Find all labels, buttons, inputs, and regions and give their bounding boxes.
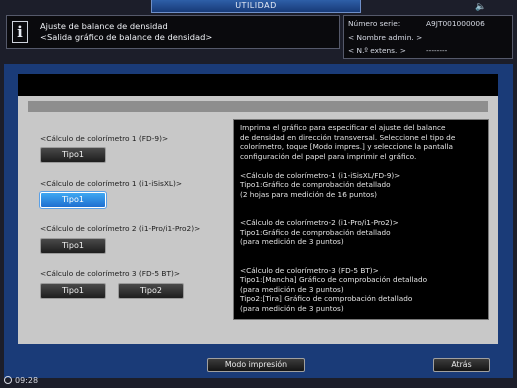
print-mode-button[interactable]: Modo impresión (207, 358, 305, 372)
clock-icon (4, 376, 12, 384)
isisxl-tipo1-button[interactable]: Tipo1 (39, 191, 107, 209)
ext-value: -------- (426, 46, 448, 55)
mode-tab-utilidad: UTILIDAD (151, 0, 361, 13)
top-strip (18, 74, 498, 96)
desc-block3-line: (para medición de 3 puntos) (240, 303, 344, 313)
fd9-tipo1-button[interactable]: Tipo1 (40, 147, 106, 163)
desc-block2-line: (para medición de 3 puntos) (240, 237, 344, 246)
info-icon: i (12, 21, 28, 43)
serial-label: Número serie: (348, 19, 401, 28)
desc-block2-line: Tipo1:Gráfico de comprobación detallado (240, 227, 391, 237)
desc-intro-line: Imprima el gráfico para especificar el a… (240, 123, 446, 132)
section-label-fd9: <Cálculo de colorímetro 1 (FD-9)> (40, 134, 169, 143)
content-area: <Cálculo de colorímetro 1 (FD-9)> Tipo1 … (18, 74, 498, 344)
desc-block3-line: Tipo2:[Tira] Gráfico de comprobación det… (240, 294, 413, 303)
desc-block1-line: Tipo1:Gráfico de comprobación detallado (240, 180, 391, 189)
separator-bar (28, 101, 488, 112)
clock: 09:28 (4, 376, 38, 385)
desc-block3-line: <Cálculo de colorímetro-3 (FD-5 BT)> (240, 265, 379, 275)
speaker-icon[interactable]: 🔈 (475, 2, 489, 12)
section-label-isisxl: <Cálculo de colorímetro 1 (i1-iSisXL)> (40, 179, 183, 188)
desc-block3-line: Tipo1:[Mancha] Gráfico de comprobación d… (240, 275, 428, 284)
admin-name: < Nombre admin. > (348, 33, 423, 42)
desc-intro-line: de densidad en dirección transversal. Se… (240, 132, 456, 142)
fd5bt-tipo2-button[interactable]: Tipo2 (118, 283, 184, 299)
page-title: Ajuste de balance de densidad (40, 21, 168, 31)
page-subtitle: <Salida gráfico de balance de densidad> (40, 32, 213, 42)
desc-block2-line: <Cálculo de colorímetro-2 (i1-Pro/i1-Pro… (240, 218, 399, 227)
desc-block1-line: <Cálculo de colorímetro-1 (i1-iSisXL/FD-… (240, 170, 401, 180)
section-label-i1pro: <Cálculo de colorímetro 2 (i1-Pro/i1-Pro… (40, 224, 201, 233)
device-info-panel: Número serie: A9JT001000006 < Nombre adm… (343, 15, 513, 59)
ext-label: < N.º extens. > (348, 46, 406, 55)
screen-header: i Ajuste de balance de densidad <Salida … (6, 15, 340, 49)
desc-block3-line: (para medición de 3 puntos) (240, 284, 344, 294)
description-box: Imprima el gráfico para especificar el a… (233, 119, 489, 320)
desc-intro-line: configuración del papel para imprimir el… (240, 151, 417, 161)
i1pro-tipo1-button[interactable]: Tipo1 (40, 238, 106, 254)
fd5bt-tipo1-button[interactable]: Tipo1 (40, 283, 106, 299)
serial-value: A9JT001000006 (426, 19, 485, 28)
section-label-fd5bt: <Cálculo de colorímetro 3 (FD-5 BT)> (40, 269, 181, 278)
desc-block1-line: (2 hojas para medición de 16 puntos) (240, 189, 378, 199)
desc-intro-line: colorímetro, toque [Modo impres.] y sele… (240, 142, 453, 151)
time-text: 09:28 (15, 376, 39, 385)
back-button[interactable]: Atrás (433, 358, 490, 372)
main-panel: <Cálculo de colorímetro 1 (FD-9)> Tipo1 … (4, 64, 513, 378)
